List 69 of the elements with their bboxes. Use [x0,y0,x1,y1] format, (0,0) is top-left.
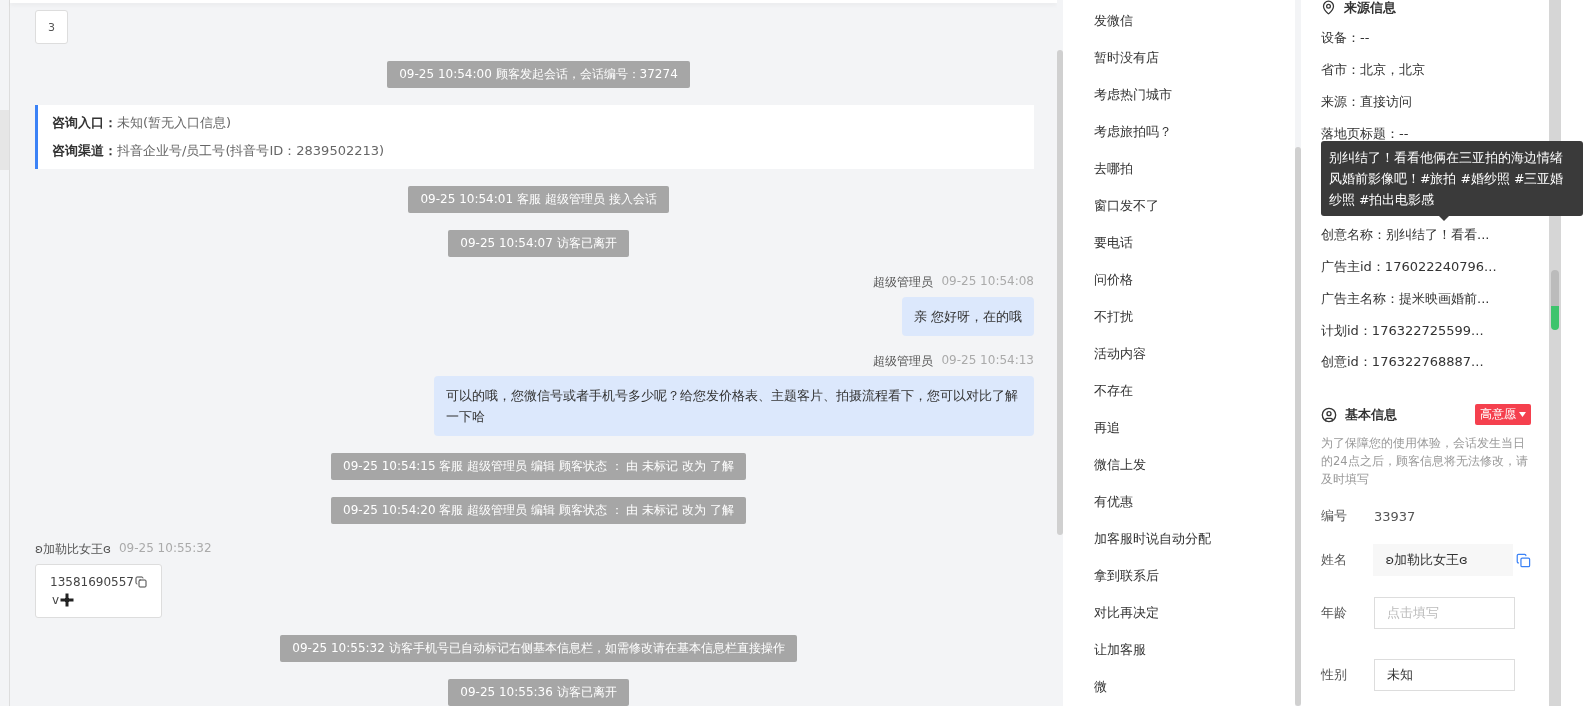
notice-text: 为了保障您的使用体验，会话发生当日的24点之后，顾客信息将无法修改，请及时填写 [1321,435,1529,489]
system-message: 09-25 10:55:36 访客已离开 [448,679,629,706]
message-time: 09-25 10:54:08 [941,274,1034,290]
field-value: 33937 [1374,509,1416,524]
quick-reply-item[interactable]: 考虑热门城市 [1094,76,1295,114]
system-message: 09-25 10:55:32 访客手机号已自动标记右侧基本信息栏，如需修改请在基本信息栏直接操作 [280,635,797,662]
quick-reply-item[interactable]: 发微信 [1094,2,1295,40]
sender-name: 超级管理员 [873,274,934,291]
quick-reply-item[interactable]: 让加客服 [1094,631,1295,669]
quick-reply-item[interactable]: 拿到联系后 [1094,557,1295,595]
tooltip-arrow [1439,216,1449,221]
intent-tag[interactable]: 高意愿 [1475,404,1531,426]
message-time: 09-25 10:55:32 [118,541,212,557]
copy-icon[interactable] [135,576,147,588]
location-icon [1321,0,1336,16]
field-label: 年龄 [1321,603,1348,622]
user-icon [1321,406,1337,423]
source-row-text: 创意id：176322768887... [1321,353,1485,372]
source-row-text: 创意名称：别纠结了！看看... [1321,226,1491,245]
system-message: 09-25 10:54:15 客服 超级管理员 编辑 顾客状态 ： 由 未标记 改为 了解 [331,453,746,480]
input-field[interactable]: 点击填写 [1374,596,1515,629]
quick-reply-item[interactable]: 问价格 [1094,261,1295,299]
quick-reply-item[interactable]: 不打扰 [1094,298,1295,336]
input-field[interactable]: 未知 [1374,658,1515,691]
quick-reply-item[interactable]: 再追 [1094,409,1295,447]
section-title: 来源信息 [1344,0,1396,17]
section-title: 基本信息 [1345,405,1397,424]
system-message: 09-25 10:54:00 顾客发起会话，会话编号：37274 [387,61,690,88]
source-row-text: 来源：直接访问 [1321,92,1413,111]
sender-name: ʚ加勒比女王ɞ [35,541,111,558]
phone-number: 13581690557 [50,574,134,591]
quick-reply-item[interactable]: 去哪拍 [1094,150,1295,188]
sender-name: 超级管理员 [873,353,934,370]
system-message: 09-25 10:54:07 访客已离开 [448,230,629,257]
source-row-text: 广告主名称：提米映画婚前... [1321,289,1491,308]
caret-icon [1519,412,1526,418]
system-message: 09-25 10:54:20 客服 超级管理员 编辑 顾客状态 ： 由 未标记 改为 了解 [331,497,746,524]
source-row-text: 广告主id：176022240796... [1321,258,1498,277]
tooltip: 别纠结了！看看他俩在三亚拍的海边情绪风婚前影像吧！#旅拍 #婚纱照 #三亚婚纱照 #拍出电影感 [1321,141,1583,216]
source-row-text: 落地页标题：-- [1321,124,1410,143]
quick-reply-item[interactable]: 微信上发 [1094,446,1295,484]
field-label: 姓名 [1321,551,1348,570]
scrollbar-thumb[interactable] [1551,270,1559,330]
quick-reply-item[interactable]: 要电话 [1094,224,1295,262]
quick-reply-item[interactable]: 暂时没有店 [1094,39,1295,77]
field-label: 编号 [1321,507,1348,526]
info-row-text: 咨询渠道：抖音企业号/员工号(抖音号ID：2839502213) [52,142,386,160]
source-row-text: 计划id：176322725599... [1321,321,1485,340]
quick-reply-item[interactable]: 对比再决定 [1094,594,1295,632]
system-message: 09-25 10:54:01 客服 超级管理员 接入会话 [408,186,669,213]
quick-reply-item[interactable]: 窗口发不了 [1094,187,1295,225]
message-bubble: 可以的哦，您微信号或者手机号多少呢？给您发价格表、主题客片、拍摄流程看下，您可以对比了解一下哈 [434,376,1034,436]
quick-reply-item[interactable]: 活动内容 [1094,335,1295,373]
source-row-text: 设备：-- [1321,29,1371,48]
quick-reply-item[interactable]: 不存在 [1094,372,1295,410]
field-label: 性别 [1321,665,1348,684]
page-number[interactable]: 3 [35,10,68,44]
name-field[interactable]: ʚ加勒比女王ɞ [1373,544,1514,577]
quick-reply-item[interactable]: 微 [1094,668,1295,706]
quick-reply-item[interactable]: 加客服时说自动分配 [1094,520,1295,558]
source-row-text: 省市：北京，北京 [1321,60,1426,79]
message-time: 09-25 10:54:13 [941,353,1034,369]
quick-reply-item[interactable]: 考虑旅拍吗？ [1094,113,1295,151]
message-bubble: 亲 您好呀，在的哦 [901,297,1034,336]
quick-reply-item[interactable]: 有优惠 [1094,483,1295,521]
copy-icon[interactable] [1516,552,1531,568]
message-text: v [52,592,60,609]
move-cursor-icon [60,593,75,607]
info-row-text: 咨询入口：未知(暂无入口信息) [52,114,233,132]
